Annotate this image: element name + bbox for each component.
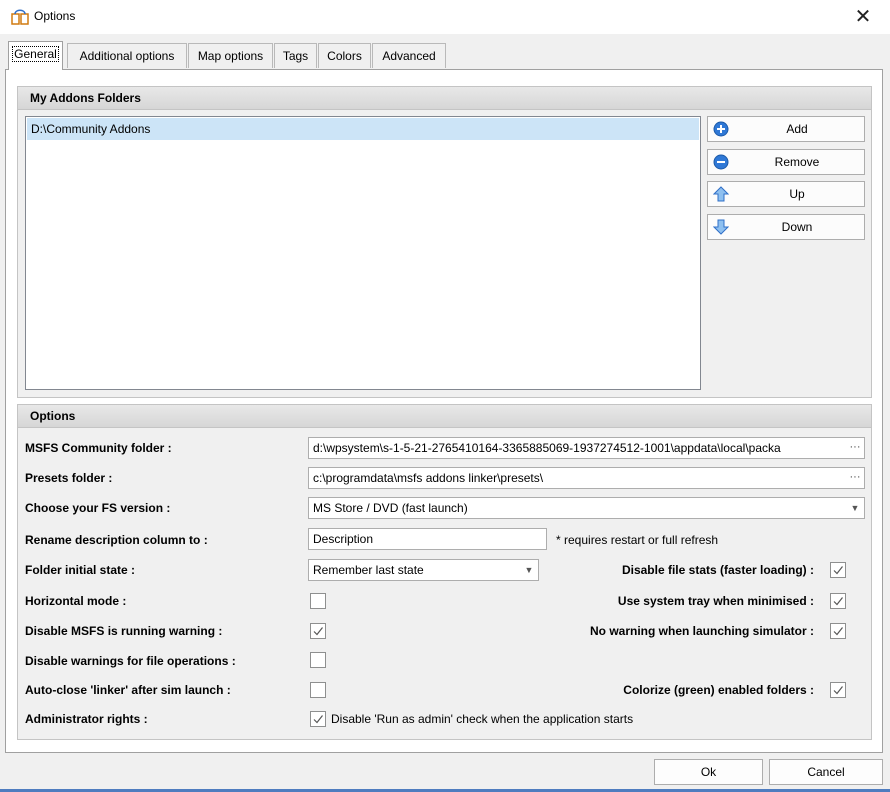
community-folder-value: d:\wpsystem\s-1-5-21-2765410164-33658850…: [313, 441, 781, 455]
disable-file-stats-checkbox[interactable]: [830, 562, 846, 578]
fs-version-value: MS Store / DVD (fast launch): [313, 501, 468, 515]
minus-circle-icon: [713, 154, 729, 170]
tab-general-label: General: [12, 46, 59, 62]
tab-tags[interactable]: Tags: [274, 43, 317, 68]
disable-file-warnings-checkbox[interactable]: [310, 652, 326, 668]
community-folder-field[interactable]: d:\wpsystem\s-1-5-21-2765410164-33658850…: [308, 437, 865, 459]
horizontal-mode-checkbox[interactable]: [310, 593, 326, 609]
add-button[interactable]: Add: [707, 116, 865, 142]
remove-button[interactable]: Remove: [707, 149, 865, 175]
up-button-label: Up: [789, 187, 805, 201]
browse-ellipsis-icon[interactable]: ···: [846, 468, 864, 488]
arrow-up-icon: [712, 186, 730, 202]
presets-folder-label: Presets folder :: [25, 471, 113, 485]
add-button-label: Add: [786, 122, 808, 136]
chevron-down-icon[interactable]: ▼: [846, 498, 864, 518]
browse-ellipsis-icon[interactable]: ···: [846, 438, 864, 458]
tab-colors[interactable]: Colors: [318, 43, 371, 68]
horizontal-mode-label: Horizontal mode :: [25, 594, 127, 608]
auto-close-checkbox[interactable]: [310, 682, 326, 698]
list-item[interactable]: D:\Community Addons: [27, 118, 699, 140]
folder-state-select[interactable]: Remember last state ▼: [308, 559, 539, 581]
presets-folder-field[interactable]: c:\programdata\msfs addons linker\preset…: [308, 467, 865, 489]
folder-state-value: Remember last state: [313, 563, 424, 577]
checkmark-icon: [833, 566, 843, 575]
auto-close-label: Auto-close 'linker' after sim launch :: [25, 683, 231, 697]
checkmark-icon: [833, 686, 843, 695]
disable-file-warnings-label: Disable warnings for file operations :: [25, 654, 236, 668]
admin-rights-checkbox[interactable]: [310, 711, 326, 727]
down-button-label: Down: [781, 220, 813, 234]
tab-map-options[interactable]: Map options: [188, 43, 273, 68]
down-button[interactable]: Down: [707, 214, 865, 240]
addons-group-header: My Addons Folders: [17, 86, 872, 110]
checkmark-icon: [833, 627, 843, 636]
checkmark-icon: [313, 627, 323, 636]
colorize-label: Colorize (green) enabled folders :: [623, 683, 814, 697]
title-bar: [0, 0, 890, 34]
admin-rights-label: Administrator rights :: [25, 712, 148, 726]
remove-button-label: Remove: [774, 155, 820, 169]
window-title: Options: [34, 9, 76, 23]
disable-running-warning-checkbox[interactable]: [310, 623, 326, 639]
ok-button[interactable]: Ok: [654, 759, 763, 785]
restart-note: * requires restart or full refresh: [556, 533, 719, 547]
system-tray-checkbox[interactable]: [830, 593, 846, 609]
rename-desc-value: Description: [313, 532, 374, 546]
tab-additional-options[interactable]: Additional options: [67, 43, 187, 68]
arrow-down-icon: [712, 219, 730, 235]
admin-rights-check-label[interactable]: Disable 'Run as admin' check when the ap…: [331, 710, 633, 728]
close-button[interactable]: ✕: [848, 2, 878, 32]
tab-general[interactable]: General: [8, 41, 63, 70]
fs-version-label: Choose your FS version :: [25, 501, 171, 515]
fs-version-select[interactable]: MS Store / DVD (fast launch) ▼: [308, 497, 865, 519]
system-tray-label: Use system tray when minimised :: [617, 594, 814, 608]
options-group-header: Options: [17, 404, 872, 428]
app-link-icon: [11, 9, 29, 25]
colorize-checkbox[interactable]: [830, 682, 846, 698]
no-launch-warning-checkbox[interactable]: [830, 623, 846, 639]
community-folder-label: MSFS Community folder :: [25, 441, 172, 455]
checkmark-icon: [313, 715, 323, 724]
addons-folder-list[interactable]: D:\Community Addons: [25, 116, 701, 390]
tab-advanced[interactable]: Advanced: [372, 43, 446, 68]
presets-folder-value: c:\programdata\msfs addons linker\preset…: [313, 471, 544, 485]
rename-desc-label: Rename description column to :: [25, 533, 208, 547]
cancel-button[interactable]: Cancel: [769, 759, 883, 785]
no-launch-warning-label: No warning when launching simulator :: [589, 624, 814, 638]
disable-running-warning-label: Disable MSFS is running warning :: [25, 624, 223, 638]
plus-circle-icon: [713, 121, 729, 137]
folder-state-label: Folder initial state :: [25, 563, 136, 577]
checkmark-icon: [833, 597, 843, 606]
rename-desc-input[interactable]: Description: [308, 528, 547, 550]
up-button[interactable]: Up: [707, 181, 865, 207]
disable-file-stats-label: Disable file stats (faster loading) :: [621, 563, 814, 577]
